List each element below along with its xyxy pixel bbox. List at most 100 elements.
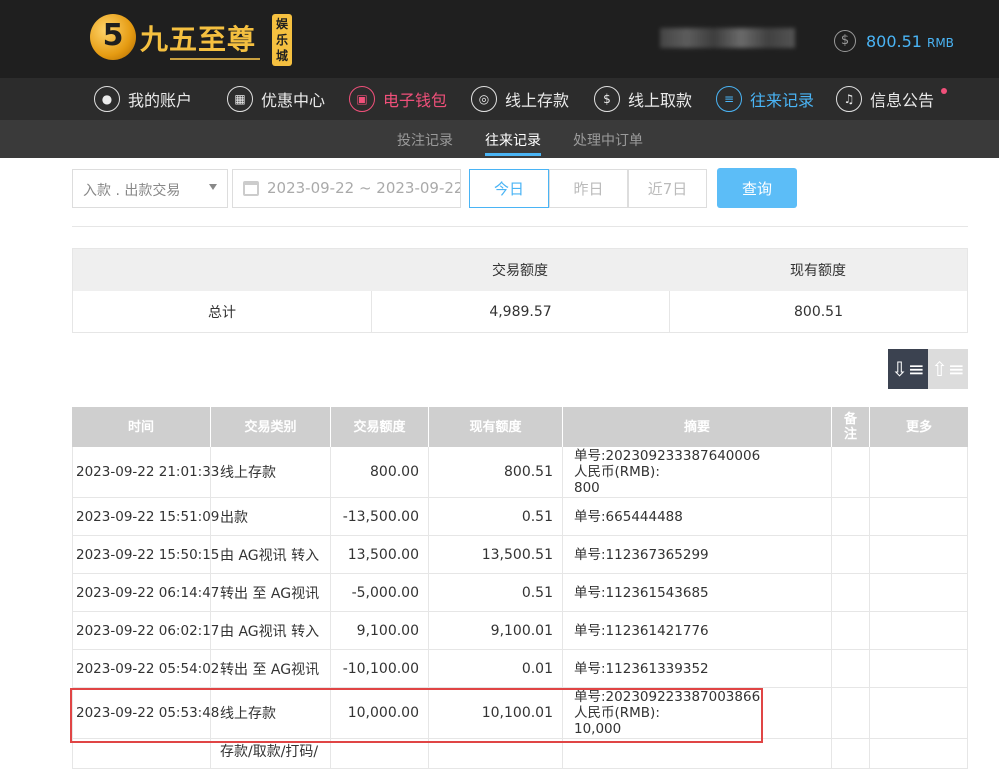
cell-more	[870, 688, 968, 738]
cell-balance: 0.51	[429, 498, 563, 535]
calendar-icon	[243, 181, 259, 196]
range-last7days-button[interactable]: 近7日	[628, 169, 707, 208]
user-icon: ●	[94, 86, 120, 112]
summary-total-row: 总计 4,989.57 800.51	[73, 291, 967, 333]
table-row: 2023-09-22 06:14:47 转出 至 AG视讯 -5,000.00 0.5…	[72, 574, 968, 612]
summary-header-cell: 交易额度	[492, 263, 548, 279]
cell-time	[72, 739, 211, 768]
summary-line: 单号:202309233387640006	[574, 448, 761, 464]
cell-summary: 单号:112361543685	[563, 574, 832, 611]
summary-line: 10,000	[574, 721, 622, 737]
divider	[72, 226, 968, 227]
gift-icon: ▦	[227, 86, 253, 112]
logo-badge: 娱乐城	[272, 14, 292, 66]
summary-line: 单号:665444488	[574, 508, 683, 525]
wallet-icon: ▣	[349, 86, 375, 112]
dollar-coin-icon: $	[834, 30, 856, 52]
cell-more	[870, 650, 968, 687]
site-logo[interactable]: 5 九五至尊 娱乐城	[90, 10, 300, 68]
cell-time: 2023-09-22 06:14:47	[72, 574, 219, 611]
nav-my-account[interactable]: ● 我的账户	[94, 84, 192, 114]
nav-promotions[interactable]: ▦ 优惠中心	[227, 84, 325, 114]
summary-cell: 4,989.57	[371, 291, 669, 333]
summary-header-cell	[73, 249, 371, 291]
summary-line: 800	[574, 480, 600, 496]
table-row: 2023-09-22 05:53:48 线上存款 10,000.00 10,100.0…	[72, 688, 968, 739]
cell-remark	[832, 498, 870, 535]
tab-bet-records[interactable]: 投注记录	[397, 130, 453, 150]
cell-time: 2023-09-22 15:51:09	[72, 498, 219, 535]
summary-line: 单号:112361339352	[574, 660, 709, 677]
sort-ascending-button[interactable]: ⇧≡	[928, 349, 968, 389]
cell-summary: 单号:112361339352	[563, 650, 832, 687]
sort-desc-icon: ⇩≡	[891, 357, 925, 381]
summary-line: 人民币(RMB):	[574, 705, 660, 721]
date-range-input[interactable]: 2023-09-22 ~ 2023-09-22	[232, 169, 461, 208]
summary-header: 交易额度 现有额度	[73, 249, 967, 291]
deposit-icon: ◎	[471, 86, 497, 112]
cell-type: 由 AG视讯 转入	[211, 536, 331, 573]
table-header: 时间 交易类别 交易额度 现有额度 摘要 备注 更多	[72, 407, 968, 447]
summary-line: 单号:112361543685	[574, 584, 709, 601]
query-button[interactable]: 查询	[717, 168, 797, 208]
cell-remark	[832, 650, 870, 687]
logo-name: 九五至尊	[140, 23, 257, 56]
cell-more	[870, 574, 968, 611]
column-header-remark: 备注	[832, 407, 870, 447]
nav-e-wallet[interactable]: ▣ 电子钱包	[349, 84, 447, 114]
cell-remark	[832, 688, 870, 738]
table-row: 2023-09-22 21:01:33 线上存款 800.00 800.51 单号:20…	[72, 447, 968, 498]
cell-balance: 0.51	[429, 574, 563, 611]
balance-display: $ 800.51 RMB	[834, 29, 954, 53]
cell-type: 线上存款	[211, 688, 331, 738]
summary-line: 单号:112367365299	[574, 546, 709, 563]
bell-icon: ♫	[836, 86, 862, 112]
table-row: 2023-09-22 06:02:17 由 AG视讯 转入 9,100.00 9,10…	[72, 612, 968, 650]
table-row: 2023-09-22 05:54:02 转出 至 AG视讯 -10,100.00 0.…	[72, 650, 968, 688]
cell-balance	[429, 739, 563, 768]
active-tab-indicator	[485, 153, 541, 156]
cell-remark	[832, 739, 870, 768]
nav-online-deposit[interactable]: ◎ 线上存款	[471, 84, 569, 114]
transaction-type-select[interactable]: 入款 . 出款交易	[72, 169, 228, 208]
tab-transaction-records[interactable]: 往来记录	[485, 130, 541, 150]
range-yesterday-button[interactable]: 昨日	[549, 169, 628, 208]
nav-announcements[interactable]: ♫ 信息公告	[836, 84, 934, 114]
withdraw-icon: $	[594, 86, 620, 112]
cell-summary: 单号:202309233387640006 人民币(RMB): 800	[563, 447, 832, 497]
records-icon: ≡	[716, 86, 742, 112]
nav-transaction-records[interactable]: ≡ 往来记录	[716, 84, 814, 114]
cell-type: 转出 至 AG视讯	[211, 574, 331, 611]
tab-pending-orders[interactable]: 处理中订单	[573, 130, 643, 150]
table-row: 存款/取款/打码/	[72, 739, 968, 769]
cell-time: 2023-09-22 21:01:33	[72, 447, 219, 497]
logo-emblem: 5	[90, 14, 136, 60]
caret-down-icon	[209, 184, 217, 190]
column-header-time: 时间	[72, 407, 211, 447]
cell-time: 2023-09-22 15:50:15	[72, 536, 219, 573]
column-header-balance: 现有额度	[429, 407, 563, 447]
cell-type: 线上存款	[211, 447, 331, 497]
table-body: 2023-09-22 21:01:33 线上存款 800.00 800.51 单号:20…	[72, 447, 968, 769]
cell-summary: 单号:112361421776	[563, 612, 832, 649]
cell-amount: 9,100.00	[331, 612, 429, 649]
logo-ornament	[170, 58, 260, 60]
summary-cell: 800.51	[669, 291, 967, 333]
cell-summary: 单号:112367365299	[563, 536, 832, 573]
cell-more	[870, 447, 968, 497]
cell-type: 存款/取款/打码/	[211, 739, 331, 768]
cell-balance: 0.01	[429, 650, 563, 687]
cell-amount: 800.00	[331, 447, 429, 497]
summary-line: 单号:202309223387003866	[574, 689, 761, 705]
summary-table: 交易额度 现有额度 总计 4,989.57 800.51	[72, 248, 968, 333]
range-today-button[interactable]: 今日	[469, 169, 549, 208]
notification-dot	[941, 88, 947, 94]
summary-line: 人民币(RMB):	[574, 464, 660, 480]
sort-descending-button[interactable]: ⇩≡	[888, 349, 928, 389]
table-row: 2023-09-22 15:50:15 由 AG视讯 转入 13,500.00 13,…	[72, 536, 968, 574]
cell-balance: 800.51	[429, 447, 563, 497]
cell-amount: 13,500.00	[331, 536, 429, 573]
nav-online-withdraw[interactable]: $ 线上取款	[594, 84, 692, 114]
transaction-table: 时间 交易类别 交易额度 现有额度 摘要 备注 更多 2023-09-22 21…	[72, 407, 968, 769]
cell-type: 由 AG视讯 转入	[211, 612, 331, 649]
